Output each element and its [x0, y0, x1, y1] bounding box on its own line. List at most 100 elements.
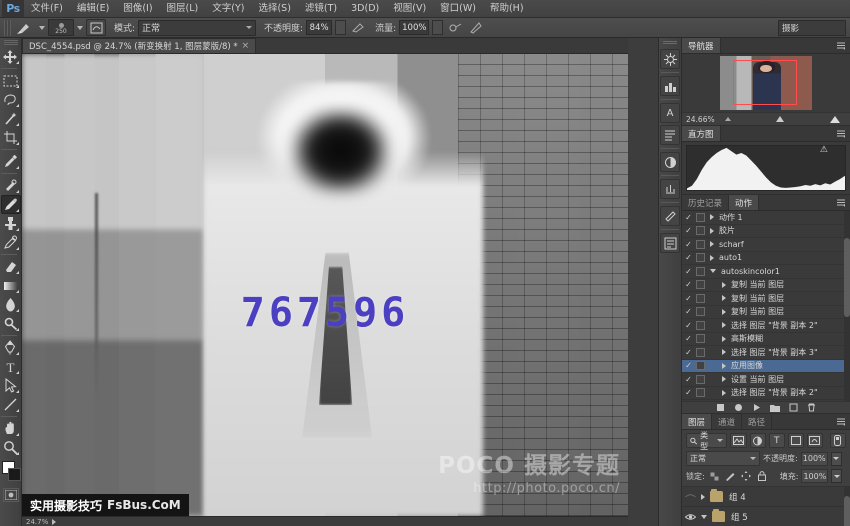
- lock-all-icon[interactable]: [756, 470, 769, 483]
- canvas-area[interactable]: 767596 POCO 摄影专题 http://photo.poco.cn/ 实…: [22, 54, 628, 516]
- layers-scrollbar[interactable]: [844, 487, 850, 526]
- filter-toggle-switch[interactable]: [830, 433, 846, 448]
- action-enabled-check[interactable]: ✓: [684, 348, 693, 357]
- stop-action-icon[interactable]: [716, 403, 725, 412]
- menu-item-10[interactable]: 帮助(H): [483, 0, 531, 18]
- action-row[interactable]: ✓高斯模糊: [682, 333, 850, 347]
- marquee-tool[interactable]: [1, 71, 21, 90]
- action-dialog-toggle[interactable]: [696, 226, 705, 235]
- adjustments-panel-icon[interactable]: [660, 49, 680, 69]
- layer-row[interactable]: 组 4: [682, 487, 850, 507]
- action-row[interactable]: ✓scharf: [682, 238, 850, 252]
- layers-scrollbar-thumb[interactable]: [844, 496, 850, 526]
- action-row[interactable]: ✓应用图像: [682, 360, 850, 374]
- history-brush-tool[interactable]: [1, 233, 21, 252]
- lasso-tool[interactable]: [1, 90, 21, 109]
- layer-opacity-input[interactable]: 100%: [801, 452, 828, 466]
- action-dialog-toggle[interactable]: [696, 388, 705, 397]
- flow-stepper[interactable]: [432, 20, 443, 35]
- action-row[interactable]: ✓复制 当前 图层: [682, 306, 850, 320]
- menu-item-8[interactable]: 视图(V): [386, 0, 433, 18]
- action-row[interactable]: ✓autoskincolor1: [682, 265, 850, 279]
- layer-blend-mode-select[interactable]: 正常: [686, 451, 760, 466]
- info-panel-icon[interactable]: [660, 179, 680, 199]
- zoom-out-icon[interactable]: [725, 117, 731, 121]
- brush-size-chevron-icon[interactable]: [77, 26, 83, 30]
- action-expand-chevron-icon[interactable]: [722, 349, 726, 355]
- action-dialog-toggle[interactable]: [696, 213, 705, 222]
- quick-select-tool[interactable]: [1, 109, 21, 128]
- zoom-slider-handle[interactable]: [776, 116, 784, 122]
- hand-tool[interactable]: [1, 419, 21, 438]
- layer-row[interactable]: 组 5: [682, 507, 850, 526]
- action-expand-chevron-icon[interactable]: [722, 322, 726, 328]
- actions-panel-menu-icon[interactable]: [835, 198, 847, 208]
- tab-actions-1[interactable]: 动作: [729, 195, 759, 210]
- brush-tool[interactable]: [1, 195, 21, 214]
- tab-layers-0[interactable]: 图层: [682, 414, 712, 429]
- layer-filter-type-select[interactable]: 类型: [686, 433, 727, 448]
- gradient-tool[interactable]: [1, 276, 21, 295]
- actions-scrollbar-thumb[interactable]: [844, 238, 850, 318]
- action-row[interactable]: ✓胶片: [682, 225, 850, 239]
- action-enabled-check[interactable]: ✓: [684, 375, 693, 384]
- dodge-tool[interactable]: [1, 314, 21, 333]
- tab-navigator[interactable]: 导航器: [682, 38, 721, 53]
- play-action-icon[interactable]: [752, 403, 761, 412]
- new-action-icon[interactable]: [789, 403, 798, 412]
- action-enabled-check[interactable]: ✓: [684, 267, 693, 276]
- record-action-icon[interactable]: [734, 403, 743, 412]
- toggle-brush-panel-button[interactable]: [86, 19, 106, 36]
- action-row[interactable]: ✓auto1: [682, 252, 850, 266]
- brush-preset-chevron-icon[interactable]: [39, 26, 45, 30]
- status-chevron-icon[interactable]: [52, 519, 56, 525]
- navigator-panel-menu-icon[interactable]: [835, 41, 847, 51]
- action-expand-chevron-icon[interactable]: [710, 269, 716, 273]
- shape-tool[interactable]: [1, 395, 21, 414]
- action-expand-chevron-icon[interactable]: [722, 309, 726, 315]
- action-expand-chevron-icon[interactable]: [710, 255, 714, 261]
- quick-mask-toggle[interactable]: [3, 488, 19, 502]
- layer-fill-stepper[interactable]: [831, 469, 842, 483]
- eraser-tool[interactable]: [1, 257, 21, 276]
- action-dialog-toggle[interactable]: [696, 361, 705, 370]
- menu-item-7[interactable]: 3D(D): [344, 0, 386, 18]
- action-expand-chevron-icon[interactable]: [722, 295, 726, 301]
- action-enabled-check[interactable]: ✓: [684, 388, 693, 397]
- action-row[interactable]: ✓选择 图层 "背景 副本 2": [682, 400, 850, 401]
- action-expand-chevron-icon[interactable]: [722, 363, 726, 369]
- character-panel-icon[interactable]: A: [660, 103, 680, 123]
- filter-type-icon[interactable]: T: [769, 433, 785, 448]
- action-row[interactable]: ✓复制 当前 图层: [682, 292, 850, 306]
- tab-layers-1[interactable]: 通道: [712, 414, 742, 429]
- action-row[interactable]: ✓复制 当前 图层: [682, 279, 850, 293]
- action-expand-chevron-icon[interactable]: [722, 282, 726, 288]
- flow-input[interactable]: 100%: [399, 20, 429, 35]
- action-row[interactable]: ✓选择 图层 "背景 副本 2": [682, 319, 850, 333]
- layer-visibility-icon[interactable]: [684, 488, 696, 506]
- action-enabled-check[interactable]: ✓: [684, 213, 693, 222]
- action-row[interactable]: ✓设置 当前 图层: [682, 373, 850, 387]
- blend-mode-select[interactable]: 正常: [138, 20, 256, 36]
- layers-panel-menu-icon[interactable]: [835, 417, 847, 427]
- action-expand-chevron-icon[interactable]: [722, 376, 726, 382]
- action-expand-chevron-icon[interactable]: [722, 336, 726, 342]
- histogram-panel-menu-icon[interactable]: [835, 129, 847, 139]
- tab-layers-2[interactable]: 路径: [742, 414, 772, 429]
- brush-size-preview[interactable]: 250: [48, 19, 74, 36]
- action-enabled-check[interactable]: ✓: [684, 321, 693, 330]
- layer-opacity-stepper[interactable]: [831, 452, 842, 466]
- background-color-swatch[interactable]: [8, 468, 21, 481]
- tab-histogram[interactable]: 直方图: [682, 126, 721, 141]
- action-dialog-toggle[interactable]: [696, 348, 705, 357]
- actions-list[interactable]: ✓动作 1✓胶片✓scharf✓auto1✓autoskincolor1✓复制 …: [682, 211, 850, 401]
- action-dialog-toggle[interactable]: [696, 240, 705, 249]
- actions-scrollbar[interactable]: [844, 211, 850, 401]
- action-dialog-toggle[interactable]: [696, 321, 705, 330]
- menu-item-0[interactable]: 文件(F): [24, 0, 70, 18]
- crop-tool[interactable]: [1, 128, 21, 147]
- action-enabled-check[interactable]: ✓: [684, 334, 693, 343]
- color-panel-icon[interactable]: [660, 152, 680, 172]
- action-dialog-toggle[interactable]: [696, 334, 705, 343]
- navigator-preview[interactable]: [682, 54, 850, 112]
